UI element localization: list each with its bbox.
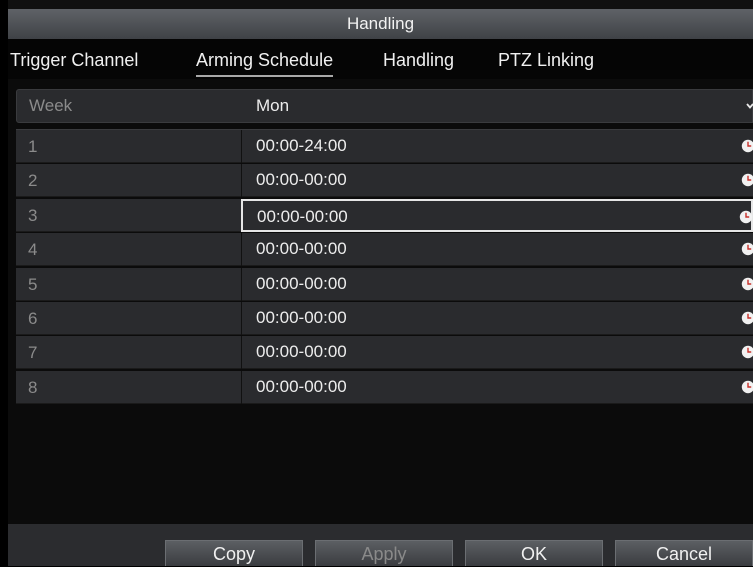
clock-icon[interactable] xyxy=(741,345,753,359)
row-number: 7 xyxy=(28,343,38,363)
schedule-panel: Week Mon 1 00:00-24:00 2 00:00-00:00 3 0… xyxy=(8,79,753,524)
time-field-selected[interactable]: 00:00-00:00 xyxy=(241,198,753,232)
time-value: 00:00-00:00 xyxy=(256,342,347,362)
row-number: 4 xyxy=(28,240,38,260)
schedule-row-4: 4 00:00-00:00 xyxy=(16,233,753,267)
week-label: Week xyxy=(29,96,73,115)
schedule-row-2: 2 00:00-00:00 xyxy=(16,164,753,198)
clock-icon[interactable] xyxy=(741,380,753,394)
time-field[interactable]: 00:00-00:00 xyxy=(241,370,753,404)
time-value: 00:00-00:00 xyxy=(256,273,347,293)
time-field[interactable]: 00:00-00:00 xyxy=(241,164,753,198)
ok-button[interactable]: OK xyxy=(465,540,603,566)
handling-dialog: Handling Trigger Channel Arming Schedule… xyxy=(8,0,753,566)
clock-icon[interactable] xyxy=(741,242,753,256)
row-number: 3 xyxy=(28,205,38,225)
time-field[interactable]: 00:00-00:00 xyxy=(241,233,753,267)
time-field[interactable]: 00:00-00:00 xyxy=(241,336,753,370)
time-value: 00:00-00:00 xyxy=(256,376,347,396)
time-field[interactable]: 00:00-00:00 xyxy=(241,267,753,301)
row-number: 1 xyxy=(28,137,38,156)
tab-trigger-channel[interactable]: Trigger Channel xyxy=(10,49,138,75)
time-value: 00:00-00:00 xyxy=(257,206,348,226)
row-number: 6 xyxy=(28,308,38,328)
week-dropdown[interactable]: Mon xyxy=(242,90,753,122)
clock-icon[interactable] xyxy=(741,311,753,325)
schedule-row-5: 5 00:00-00:00 xyxy=(16,267,753,301)
cancel-button[interactable]: Cancel xyxy=(615,540,753,566)
apply-button[interactable]: Apply xyxy=(315,540,453,566)
time-field[interactable]: 00:00-24:00 xyxy=(241,130,753,163)
schedule-row-8: 8 00:00-00:00 xyxy=(16,370,753,404)
clock-icon[interactable] xyxy=(741,277,753,291)
time-value: 00:00-00:00 xyxy=(256,239,347,259)
chevron-down-icon xyxy=(746,103,753,109)
dialog-title: Handling xyxy=(8,9,753,39)
schedule-row-1: 1 00:00-24:00 xyxy=(16,130,753,163)
time-field[interactable]: 00:00-00:00 xyxy=(241,301,753,335)
tab-arming-schedule[interactable]: Arming Schedule xyxy=(196,49,334,77)
clock-icon[interactable] xyxy=(741,139,753,153)
schedule-row-7: 7 00:00-00:00 xyxy=(16,336,753,370)
copy-button[interactable]: Copy xyxy=(165,540,303,566)
week-value: Mon xyxy=(256,96,290,115)
row-number: 8 xyxy=(28,377,38,397)
tab-handling[interactable]: Handling xyxy=(383,49,454,75)
week-row: Week Mon xyxy=(16,89,753,123)
time-value: 00:00-24:00 xyxy=(256,136,347,155)
tab-ptz-linking[interactable]: PTZ Linking xyxy=(498,49,594,75)
clock-icon[interactable] xyxy=(741,173,753,187)
row-number: 5 xyxy=(28,274,38,294)
button-bar: Copy Apply OK Cancel xyxy=(8,524,753,566)
time-value: 00:00-00:00 xyxy=(256,170,347,190)
clock-icon[interactable] xyxy=(739,210,753,224)
schedule-list: 1 00:00-24:00 2 00:00-00:00 3 00:00-00:0… xyxy=(16,129,753,405)
schedule-row-3: 3 00:00-00:00 xyxy=(16,198,753,232)
time-value: 00:00-00:00 xyxy=(256,307,347,327)
row-number: 2 xyxy=(28,171,38,191)
tab-bar: Trigger Channel Arming Schedule Handling… xyxy=(8,39,753,79)
schedule-row-6: 6 00:00-00:00 xyxy=(16,301,753,335)
